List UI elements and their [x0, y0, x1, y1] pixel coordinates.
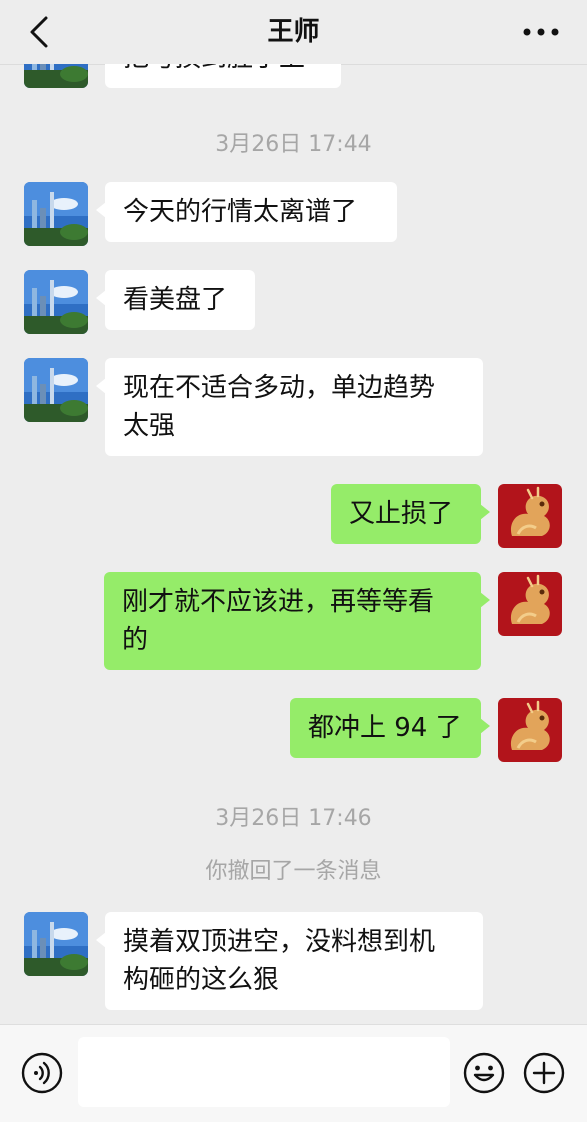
golden-dragon-avatar: [498, 484, 562, 548]
city-photo-avatar: [24, 912, 88, 976]
message-bubble[interactable]: 现在不适合多动，单边趋势 太强: [96, 358, 483, 456]
input-bar: [0, 1024, 587, 1122]
message-bubble[interactable]: 摸着双顶进空，没料想到机 构砸的这么狠: [96, 912, 483, 1010]
message-bubble-partial[interactable]: 把亏损到胜了上: [105, 64, 341, 88]
chat-header: 王师: [0, 0, 587, 65]
chat-title: 王师: [267, 17, 320, 47]
message-text-line: 构砸的这么狠: [123, 965, 280, 995]
city-photo-avatar: [24, 64, 88, 88]
city-photo-avatar: [24, 358, 88, 422]
message-text: 把亏损到胜了上: [123, 64, 305, 73]
my-avatar[interactable]: [498, 698, 562, 762]
message-text: 又止损了: [349, 499, 454, 529]
emoji-icon: [463, 1052, 505, 1094]
message-text: 看美盘了: [123, 285, 228, 315]
contact-avatar[interactable]: [24, 358, 88, 422]
message-text: 都冲上 94 了: [308, 713, 462, 743]
my-avatar[interactable]: [498, 572, 562, 636]
message-input[interactable]: [78, 1037, 450, 1107]
contact-avatar[interactable]: [24, 182, 88, 246]
message-bubble-outgoing[interactable]: 都冲上 94 了: [290, 698, 490, 758]
message-text: 今天的行情太离谱了: [123, 197, 358, 227]
golden-dragon-avatar: [498, 698, 562, 762]
plus-button[interactable]: [522, 1051, 566, 1095]
contact-avatar[interactable]: [24, 64, 88, 88]
contact-avatar[interactable]: [24, 912, 88, 976]
city-photo-avatar: [24, 270, 88, 334]
voice-icon: [21, 1052, 63, 1094]
city-photo-avatar: [24, 182, 88, 246]
more-dots-icon: [523, 28, 559, 36]
golden-dragon-avatar: [498, 572, 562, 636]
voice-button[interactable]: [20, 1051, 64, 1095]
message-list[interactable]: 把亏损到胜了上 3月26日 17:44 今天的行情太离谱了: [0, 64, 587, 1024]
message-text-line: 摸着双顶进空，没料想到机: [123, 927, 436, 957]
message-bubble[interactable]: 看美盘了: [96, 270, 255, 330]
more-button[interactable]: [521, 20, 561, 44]
message-text-line: 现在不适合多动，单边趋势: [123, 373, 436, 403]
message-text-line: 刚才就不应该进，再等等看: [122, 587, 435, 617]
plus-icon: [523, 1052, 565, 1094]
message-bubble[interactable]: 今天的行情太离谱了: [96, 182, 397, 242]
emoji-button[interactable]: [462, 1051, 506, 1095]
recall-notice[interactable]: 你撤回了一条消息: [0, 853, 587, 885]
message-bubble-outgoing[interactable]: 刚才就不应该进，再等等看 的: [104, 572, 490, 670]
message-text-line: 的: [122, 625, 149, 655]
timestamp: 3月26日 17:44: [215, 132, 372, 157]
my-avatar[interactable]: [498, 484, 562, 548]
message-bubble-outgoing[interactable]: 又止损了: [331, 484, 490, 544]
timestamp: 3月26日 17:46: [215, 806, 372, 831]
contact-avatar[interactable]: [24, 270, 88, 334]
message-text-line: 太强: [123, 411, 176, 441]
